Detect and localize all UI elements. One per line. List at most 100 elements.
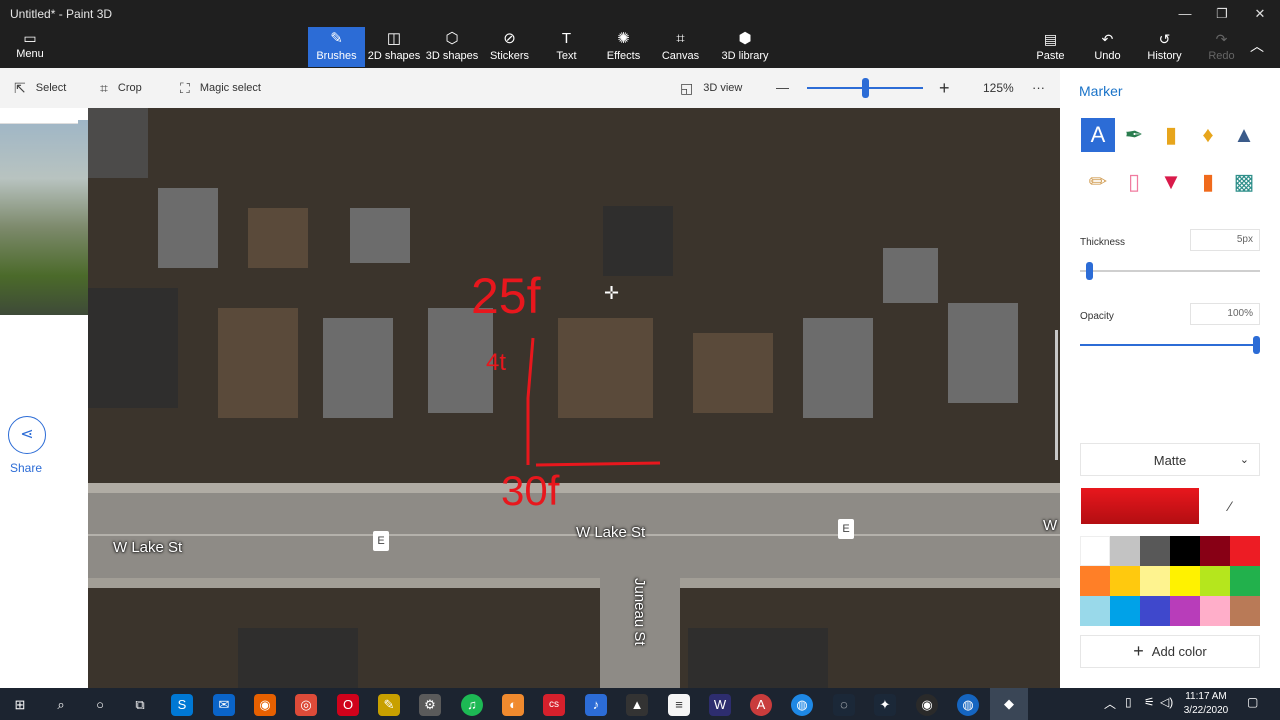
share-icon[interactable]: ⋖ xyxy=(8,416,46,454)
wifi-icon[interactable]: ⚟ xyxy=(1144,695,1155,709)
zoom-out-button[interactable]: — xyxy=(776,68,789,108)
tool-stickers[interactable]: ⊘ Stickers xyxy=(481,27,538,67)
opacity-value[interactable]: 100% xyxy=(1190,303,1260,325)
color-swatch-purple[interactable] xyxy=(1170,596,1200,626)
steam-icon[interactable]: ◌ xyxy=(833,694,855,716)
history-button[interactable]: ↺ History xyxy=(1136,27,1193,67)
firefox-icon[interactable]: ◉ xyxy=(254,694,276,716)
crop-button[interactable]: ⌗ Crop xyxy=(100,68,142,108)
thickness-value[interactable]: 5px xyxy=(1190,229,1260,251)
microphone-icon[interactable]: ▯ xyxy=(1125,695,1132,709)
spotify-icon[interactable]: ♫ xyxy=(461,694,483,716)
mail-icon[interactable]: ✉ xyxy=(213,694,235,716)
notification-center-icon[interactable]: ▢ xyxy=(1247,695,1258,709)
tool-effects[interactable]: ✺ Effects xyxy=(595,27,652,67)
opera-icon[interactable]: O xyxy=(337,694,359,716)
stars-app-icon[interactable]: ✦ xyxy=(874,694,896,716)
paste-button[interactable]: ▤ Paste xyxy=(1022,27,1079,67)
color-swatch-gold[interactable] xyxy=(1110,566,1140,596)
share-label[interactable]: Share xyxy=(10,461,42,475)
zoom-slider-thumb[interactable] xyxy=(862,78,869,98)
eraser-icon[interactable]: ▯ xyxy=(1117,165,1151,199)
collapse-ribbon-icon[interactable]: ︿ xyxy=(1250,36,1264,56)
restore-button[interactable]: ❐ xyxy=(1204,4,1240,24)
tool-3d-shapes[interactable]: ⬡ 3D shapes xyxy=(423,27,481,67)
color-swatch-red[interactable] xyxy=(1230,536,1260,566)
color-swatch-black[interactable] xyxy=(1170,536,1200,566)
acrobat-icon[interactable]: A xyxy=(750,694,772,716)
winamp-icon[interactable]: W xyxy=(709,694,731,716)
tool-3d-library[interactable]: ⬢ 3D library xyxy=(709,27,781,67)
cs-app-icon[interactable]: cs xyxy=(543,694,565,716)
color-swatch-light-blue[interactable] xyxy=(1080,596,1110,626)
windows-start-icon[interactable]: ⊞ xyxy=(9,694,31,716)
3d-shapes-icon: ⬡ xyxy=(445,30,459,47)
fruit-app-icon[interactable]: ◐ xyxy=(502,694,524,716)
musescore-icon[interactable]: ♪ xyxy=(585,694,607,716)
color-swatch-yellow[interactable] xyxy=(1170,566,1200,596)
watercolor-icon[interactable]: ♦ xyxy=(1191,118,1225,152)
volume-icon[interactable]: ◁) xyxy=(1160,695,1173,709)
marker-brush-icon[interactable]: A xyxy=(1081,118,1115,152)
finish-dropdown[interactable]: Matte ⌄ xyxy=(1080,443,1260,476)
magic-select-button[interactable]: ⛶ Magic select xyxy=(180,68,261,108)
color-swatch-indigo[interactable] xyxy=(1140,596,1170,626)
color-swatch-white[interactable] xyxy=(1080,536,1110,566)
cortana-icon[interactable]: ○ xyxy=(89,694,111,716)
color-swatch-dark-red[interactable] xyxy=(1200,536,1230,566)
opacity-slider-track[interactable] xyxy=(1080,344,1260,346)
task-view-icon[interactable]: ⧉ xyxy=(129,694,151,716)
color-swatch-lime[interactable] xyxy=(1200,566,1230,596)
menu-button[interactable]: ▭ Menu xyxy=(8,30,52,64)
current-color-swatch[interactable] xyxy=(1081,488,1199,524)
undo-button[interactable]: ↶ Undo xyxy=(1079,27,1136,67)
color-swatch-dark-grey[interactable] xyxy=(1140,536,1170,566)
color-swatch-green[interactable] xyxy=(1230,566,1260,596)
system-clock[interactable]: 11:17 AM 3/22/2020 xyxy=(1176,690,1236,718)
chrome-icon[interactable]: ◎ xyxy=(295,694,317,716)
color-swatch-pale-yellow[interactable] xyxy=(1140,566,1170,596)
calligraphy-pen-icon[interactable]: ✒ xyxy=(1117,118,1151,152)
color-swatch-blue[interactable] xyxy=(1110,596,1140,626)
select-button[interactable]: ⇱ Select xyxy=(14,68,66,108)
oil-brush-icon[interactable]: ▮ xyxy=(1154,118,1188,152)
spray-can-icon[interactable]: ▮ xyxy=(1191,165,1225,199)
close-button[interactable]: ✕ xyxy=(1242,4,1278,24)
thickness-slider-thumb[interactable] xyxy=(1086,262,1093,280)
show-hidden-icons-icon[interactable]: ︿ xyxy=(1104,695,1116,712)
thickness-slider-track[interactable] xyxy=(1080,270,1260,272)
zoom-in-button[interactable]: + xyxy=(939,68,950,108)
inkscape-icon[interactable]: ▲ xyxy=(626,694,648,716)
search-icon[interactable]: ⌕ xyxy=(50,694,72,716)
pixel-pen-icon[interactable]: ▲ xyxy=(1227,118,1261,152)
canvas-scrollbar[interactable] xyxy=(1055,330,1058,460)
tool-brushes[interactable]: ✎ Brushes xyxy=(308,27,365,67)
opacity-slider-thumb[interactable] xyxy=(1253,336,1260,354)
color-swatch-pink[interactable] xyxy=(1200,596,1230,626)
steam-like-icon[interactable]: ⚙ xyxy=(419,694,441,716)
color-swatch-brown[interactable] xyxy=(1230,596,1260,626)
globe-icon[interactable]: ◍ xyxy=(791,694,813,716)
crayon-icon[interactable]: ▼ xyxy=(1154,165,1188,199)
notepad-icon[interactable]: ≡ xyxy=(668,694,690,716)
paint-3d-icon[interactable]: ◆ xyxy=(990,688,1028,720)
more-options-button[interactable]: ··· xyxy=(1032,68,1045,108)
tool-2d-shapes[interactable]: ◫ 2D shapes xyxy=(365,27,423,67)
minimize-button[interactable]: — xyxy=(1167,4,1203,24)
redo-button[interactable]: ↷ Redo xyxy=(1193,27,1250,67)
tool-text[interactable]: T Text xyxy=(538,27,595,67)
eyedropper-icon[interactable]: ⁄ xyxy=(1200,488,1260,524)
browser-icon[interactable]: ◍ xyxy=(957,694,979,716)
color-swatch-orange[interactable] xyxy=(1080,566,1110,596)
3d-view-button[interactable]: ◱ 3D view xyxy=(680,68,742,108)
photo-thumbnail[interactable] xyxy=(0,120,88,315)
color-swatch-light-grey[interactable] xyxy=(1110,536,1140,566)
canvas-area[interactable]: ⋖ Share W Lake St W Lake St Juneau St W … xyxy=(0,108,1060,688)
pen-app-icon[interactable]: ✎ xyxy=(378,694,400,716)
obs-icon[interactable]: ◉ xyxy=(916,694,938,716)
skype-icon[interactable]: S xyxy=(171,694,193,716)
pencil-icon[interactable]: ✏ xyxy=(1081,165,1115,199)
tool-canvas[interactable]: ⌗ Canvas xyxy=(652,27,709,67)
fill-icon[interactable]: ▩ xyxy=(1227,165,1261,199)
add-color-button[interactable]: + Add color xyxy=(1080,635,1260,668)
